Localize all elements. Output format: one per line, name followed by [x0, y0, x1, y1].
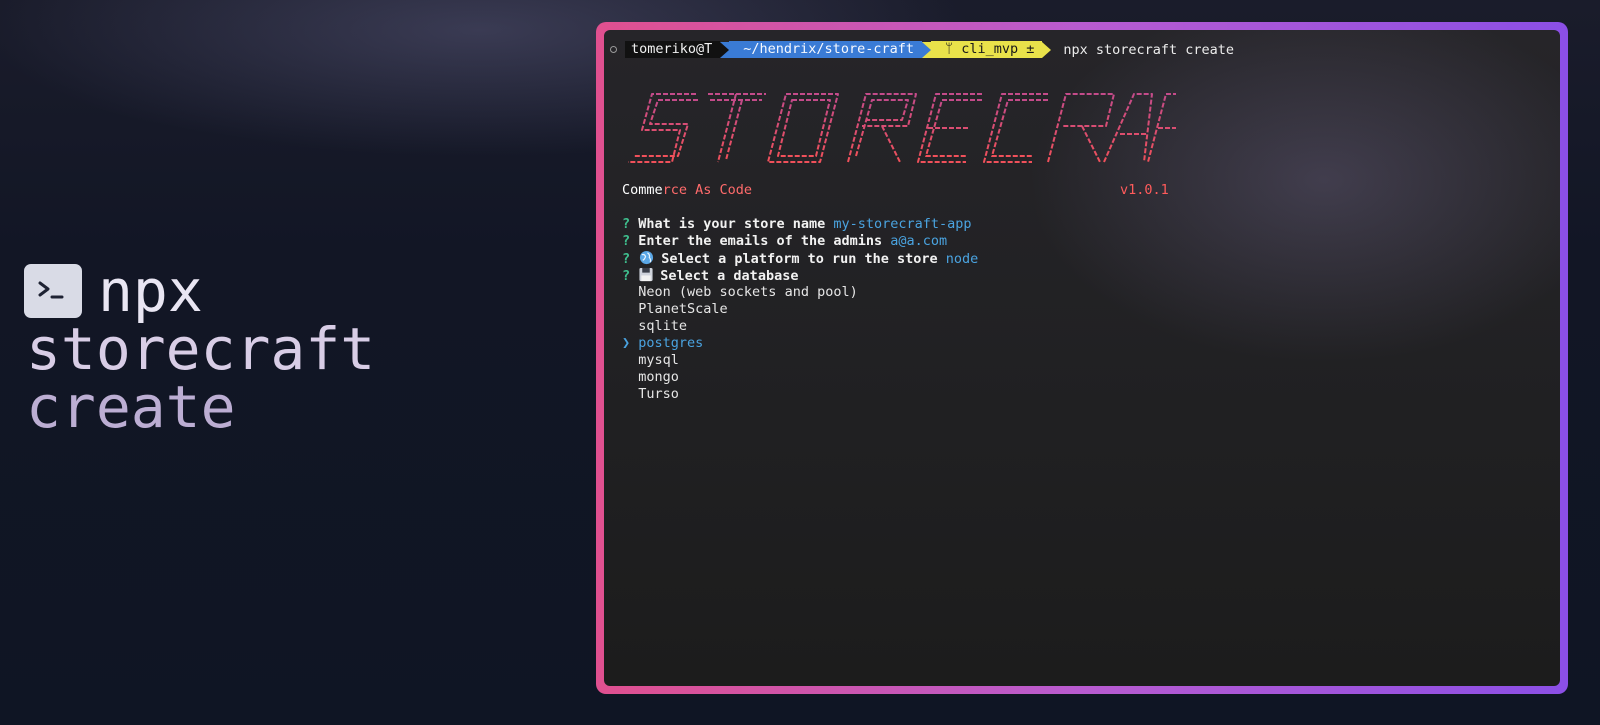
- git-branch-name: cli_mvp ±: [961, 41, 1035, 57]
- storecraft-logo-art: [628, 93, 1206, 163]
- question-store-name: ? What is your store name my-storecraft-…: [622, 216, 972, 233]
- question-mark: ?: [622, 216, 631, 232]
- db-option-mysql[interactable]: mysql: [622, 352, 679, 369]
- db-option-postgres-selected[interactable]: ❯ postgres: [622, 335, 703, 352]
- prompt-user: tomeriko@T: [625, 41, 721, 58]
- terminal-window[interactable]: tomeriko@T ~/hendrix/store-craft ᛘ cli_m…: [604, 30, 1560, 686]
- tagline-part1: Comme: [622, 182, 663, 198]
- question-mark: ?: [622, 251, 631, 267]
- question-database: ? Select a database: [622, 267, 798, 284]
- prompt-separator-icon: [1042, 41, 1052, 58]
- question-answer: node: [945, 251, 979, 267]
- question-label: Select a database: [660, 268, 799, 284]
- hero-word-storecraft: storecraft: [26, 315, 376, 383]
- db-option-label: postgres: [638, 335, 704, 351]
- terminal-window-frame: tomeriko@T ~/hendrix/store-craft ᛘ cli_m…: [596, 22, 1568, 694]
- db-option-label: PlanetScale: [638, 301, 728, 317]
- hero-word-npx: npx: [98, 257, 203, 325]
- git-branch-icon: ᛘ: [944, 41, 962, 57]
- hero-title: npx storecraft create: [24, 262, 375, 436]
- prompt-path: ~/hendrix/store-craft: [729, 41, 922, 58]
- question-answer: a@a.com: [890, 233, 948, 249]
- question-admin-emails: ? Enter the emails of the admins a@a.com: [622, 233, 947, 250]
- banner-tagline: Commerce As Code: [622, 182, 752, 199]
- globe-icon: [640, 250, 654, 265]
- db-option-label: sqlite: [638, 318, 688, 334]
- question-platform: ? Select a platform to run the store nod…: [622, 250, 978, 267]
- prompt-separator-icon: [921, 41, 931, 58]
- question-mark: ?: [622, 268, 631, 284]
- floppy-disk-icon: [639, 267, 653, 282]
- question-mark: ?: [622, 233, 631, 249]
- selection-pointer-icon: ❯: [622, 335, 631, 351]
- question-answer: my-storecraft-app: [833, 216, 972, 232]
- db-option-turso[interactable]: Turso: [622, 386, 679, 403]
- storecraft-logo: [626, 86, 1206, 174]
- db-option-label: Neon (web sockets and pool): [638, 284, 858, 300]
- version-label: v1.0.1: [1120, 182, 1169, 198]
- tagline-part2: rce As Code: [662, 182, 753, 198]
- question-label: Enter the emails of the admins: [638, 233, 883, 249]
- typed-command: npx storecraft create: [1063, 41, 1235, 58]
- prompt-dot-icon: [610, 46, 617, 53]
- question-label: Select a platform to run the store: [661, 251, 938, 267]
- db-option-sqlite[interactable]: sqlite: [622, 318, 687, 335]
- shell-prompt: tomeriko@T ~/hendrix/store-craft ᛘ cli_m…: [610, 41, 1234, 58]
- prompt-separator-icon: [720, 41, 730, 58]
- terminal-icon: [24, 264, 82, 318]
- db-option-mongo[interactable]: mongo: [622, 369, 679, 386]
- db-option-label: mongo: [638, 369, 679, 385]
- prompt-git-branch: ᛘ cli_mvp ±: [930, 41, 1043, 58]
- db-option-neon[interactable]: Neon (web sockets and pool): [622, 284, 858, 301]
- question-label: What is your store name: [638, 216, 826, 232]
- db-option-label: mysql: [638, 352, 679, 368]
- db-option-planetscale[interactable]: PlanetScale: [622, 301, 728, 318]
- db-option-label: Turso: [638, 386, 679, 402]
- hero-word-create: create: [26, 373, 236, 441]
